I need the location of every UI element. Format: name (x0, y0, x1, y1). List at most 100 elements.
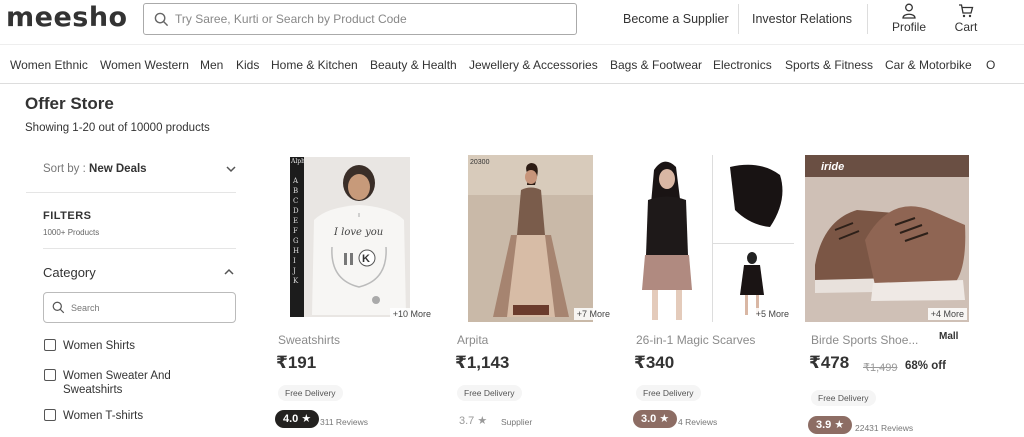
free-delivery-badge: Free Delivery (278, 385, 343, 401)
more-variants-badge: +10 More (389, 308, 434, 320)
user-icon (902, 3, 916, 19)
sort-value: New Deals (89, 163, 147, 175)
profile-button[interactable]: Profile (889, 3, 929, 34)
search-input[interactable] (175, 12, 555, 26)
free-delivery-badge: Free Delivery (811, 390, 876, 406)
header-divider (738, 4, 739, 34)
product-image[interactable]: 20300 +7 More (451, 155, 615, 322)
product-name: Sweatshirts (278, 333, 341, 347)
nav-item-home-kitchen[interactable]: Home & Kitchen (271, 58, 358, 72)
category-search[interactable] (43, 292, 236, 323)
svg-text:B: B (293, 187, 298, 195)
free-delivery-badge: Free Delivery (457, 385, 522, 401)
nav-item-car-motorbike[interactable]: Car & Motorbike (885, 58, 972, 72)
divider (43, 248, 236, 249)
category-nav: Women Ethnic Women Western Men Kids Home… (0, 44, 1024, 84)
nav-item-electronics[interactable]: Electronics (713, 58, 772, 72)
product-photo (630, 155, 794, 322)
search-icon (52, 301, 65, 314)
meesho-logo[interactable]: meesho (6, 2, 128, 33)
nav-item-sports-fitness[interactable]: Sports & Fitness (785, 58, 873, 72)
product-price: ₹340 (634, 353, 675, 372)
more-variants-badge: +7 More (573, 308, 613, 320)
filters-count: 1000+ Products (43, 228, 100, 237)
image-text: 20300 (470, 159, 490, 166)
become-supplier-link[interactable]: Become a Supplier (623, 12, 729, 26)
header: meesho Become a Supplier Investor Relati… (0, 0, 1024, 44)
search-bar[interactable] (143, 3, 577, 35)
cart-button[interactable]: Cart (950, 3, 982, 34)
supplier-label: Supplier (501, 417, 533, 427)
nav-item-jewellery-accessories[interactable]: Jewellery & Accessories (469, 58, 598, 72)
product-card[interactable]: Alph ABCDEFGHIJK I love you K +10 More S… (272, 155, 436, 437)
review-count: 22431 Reviews (855, 423, 914, 433)
product-image[interactable]: iride +4 More (805, 155, 969, 322)
image-text: I love you (333, 227, 383, 238)
filters-heading: FILTERS (43, 210, 92, 222)
chevron-down-icon[interactable] (226, 164, 236, 174)
nav-item-men[interactable]: Men (200, 58, 223, 72)
investor-relations-link[interactable]: Investor Relations (752, 12, 852, 26)
svg-text:J: J (292, 267, 296, 275)
rating-badge: 3.7 ★ (459, 415, 488, 427)
image-text: K (362, 253, 370, 265)
product-price: ₹1,143 (455, 353, 510, 372)
svg-text:D: D (293, 207, 299, 215)
profile-label: Profile (891, 20, 926, 34)
header-divider (867, 4, 868, 34)
svg-text:A: A (292, 177, 299, 185)
svg-text:K: K (293, 277, 299, 285)
more-variants-badge: +5 More (752, 308, 792, 320)
mall-badge: Mall (939, 331, 959, 342)
review-count: 311 Reviews (320, 417, 369, 427)
page-title: Offer Store (25, 94, 114, 113)
checkbox-women-sweater[interactable] (44, 369, 56, 381)
discount-label: 68% off (905, 360, 946, 372)
product-card[interactable]: iride +4 More Birde Sports Shoe... Mall … (805, 155, 969, 437)
product-name: Arpita (457, 333, 489, 347)
search-icon (154, 12, 169, 26)
nav-item-women-western[interactable]: Women Western (100, 58, 189, 72)
cart-icon (959, 4, 974, 18)
free-delivery-badge: Free Delivery (636, 385, 701, 401)
nav-item-beauty-health[interactable]: Beauty & Health (370, 58, 457, 72)
category-filter-title[interactable]: Category (43, 265, 96, 280)
product-photo: Alph ABCDEFGHIJK I love you K (272, 155, 436, 322)
rating-badge: 3.0 ★ (633, 410, 678, 428)
more-variants-badge: +4 More (927, 308, 967, 320)
checkbox-label[interactable]: Women Shirts (63, 339, 213, 353)
chevron-up-icon[interactable] (224, 267, 234, 277)
svg-text:E: E (293, 217, 298, 225)
nav-item-bags-footwear[interactable]: Bags & Footwear (610, 58, 702, 72)
category-search-input[interactable] (71, 302, 221, 313)
sort-by-dropdown[interactable]: Sort by : New Deals (43, 163, 147, 175)
image-text: Alph (290, 158, 305, 165)
svg-text:H: H (293, 247, 299, 255)
svg-text:G: G (293, 237, 299, 245)
product-name: Birde Sports Shoe... (811, 333, 919, 347)
svg-text:C: C (293, 197, 298, 205)
checkbox-label[interactable]: Women Sweater And Sweatshirts (63, 369, 213, 397)
product-image[interactable]: +5 More (630, 155, 794, 322)
nav-item-others[interactable]: O (986, 58, 995, 72)
product-photo: iride (805, 155, 969, 322)
rating-badge: 4.0 ★ (275, 410, 320, 428)
svg-text:I: I (293, 257, 296, 265)
product-photo: 20300 (451, 155, 615, 322)
product-name: 26-in-1 Magic Scarves (636, 333, 756, 347)
image-text: iride (821, 161, 844, 173)
product-image[interactable]: Alph ABCDEFGHIJK I love you K +10 More (272, 155, 436, 322)
cart-label: Cart (954, 20, 978, 34)
rating-badge: 3.9 ★ (808, 416, 853, 434)
product-card[interactable]: +5 More 26-in-1 Magic Scarves ₹340 Free … (630, 155, 794, 437)
results-count: Showing 1-20 out of 10000 products (25, 122, 210, 134)
checkbox-women-tshirts[interactable] (44, 409, 56, 421)
svg-text:F: F (293, 227, 298, 235)
divider (26, 192, 236, 193)
checkbox-label[interactable]: Women T-shirts (63, 409, 213, 423)
checkbox-women-shirts[interactable] (44, 339, 56, 351)
nav-item-kids[interactable]: Kids (236, 58, 259, 72)
review-count: 4 Reviews (678, 417, 718, 427)
product-card[interactable]: 20300 +7 More Arpita ₹1,143 Free Deliver… (451, 155, 615, 437)
nav-item-women-ethnic[interactable]: Women Ethnic (10, 58, 88, 72)
